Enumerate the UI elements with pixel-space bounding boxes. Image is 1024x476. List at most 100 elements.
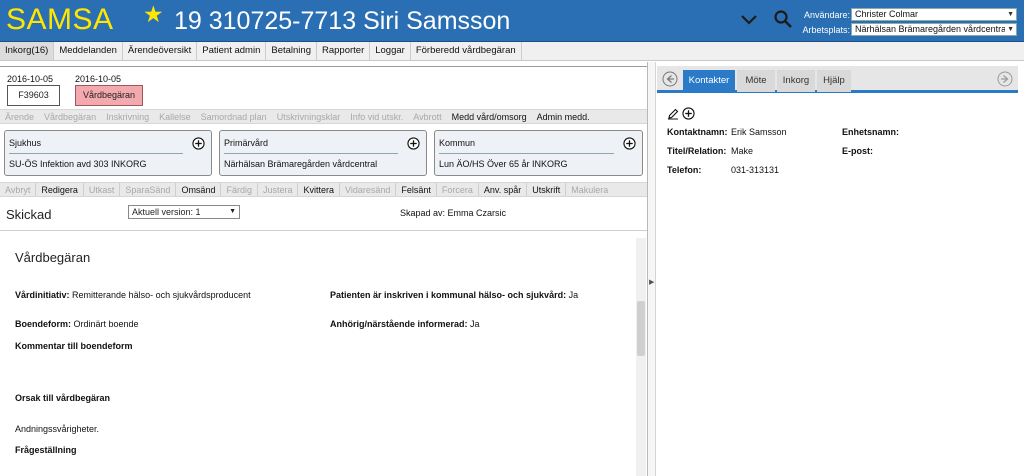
tab-inkorg[interactable]: Inkorg (777, 70, 815, 92)
divider (9, 153, 183, 154)
panel-splitter[interactable]: ▶ (647, 62, 656, 476)
workplace-select-value: Närhälsan Brämaregården vårdcentra (855, 24, 1007, 34)
add-icon[interactable] (192, 137, 205, 150)
form-content: Vårdbegäran Vårdinitiativ: Remitterande … (0, 237, 634, 476)
back-arrow-icon[interactable] (662, 71, 678, 87)
menu-item-loggar[interactable]: Loggar (370, 42, 411, 60)
field-label: Orsak till vårdbegäran (15, 393, 111, 403)
star-icon[interactable]: ★ (143, 1, 164, 28)
menu-item-betalning[interactable]: Betalning (266, 42, 317, 60)
field-orsak-value: Andningssvårigheter. (15, 424, 100, 434)
toolbar-sparasand[interactable]: SparaSänd (119, 183, 175, 196)
field-label: Kommentar till boendeform (15, 341, 133, 351)
case-toolbar: Ärende Vårdbegäran Inskrivning Kallelse … (0, 109, 648, 124)
toolbar-kvittera[interactable]: Kvittera (297, 183, 339, 196)
main-menu: Inkorg(16) Meddelanden Ärendeöversikt Pa… (0, 42, 1024, 61)
contact-tools (667, 107, 695, 120)
tab-mote[interactable]: Möte (737, 70, 775, 92)
card-value: Lun ÄO/HS Över 65 år INKORG (439, 159, 568, 169)
menu-item-meddelanden[interactable]: Meddelanden (54, 42, 123, 60)
field-boendeform: Boendeform: Ordinärt boende (15, 319, 139, 329)
menu-item-inkorg[interactable]: Inkorg(16) (0, 42, 55, 60)
toolbar-avbryt[interactable]: Avbryt (0, 183, 35, 196)
forward-arrow-icon[interactable] (997, 71, 1013, 87)
search-icon[interactable] (773, 9, 793, 29)
toolbar-inskrivning[interactable]: Inskrivning (101, 110, 154, 123)
dropdown-arrow-icon: ▼ (1005, 24, 1014, 35)
toolbar-felsant[interactable]: Felsänt (395, 183, 436, 196)
vertical-scrollbar[interactable] (636, 238, 646, 476)
toolbar-anv-spar[interactable]: Anv. spår (477, 183, 526, 196)
field-value: Ja (568, 290, 579, 300)
document-date: 2016-10-05 (7, 74, 54, 84)
add-icon[interactable] (407, 137, 420, 150)
toolbar-kallelse[interactable]: Kallelse (154, 110, 196, 123)
divider (439, 153, 614, 154)
form-heading: Vårdbegäran (15, 250, 91, 265)
card-title: Primärvård (224, 138, 269, 148)
user-select[interactable]: Christer Colmar ▼ (851, 8, 1017, 21)
chevron-down-icon[interactable] (739, 9, 759, 29)
app-logo: SAMSA (6, 3, 114, 36)
side-panel-tabs: Kontakter Möte Inkorg Hjälp (657, 66, 1018, 93)
dropdown-arrow-icon: ▼ (1005, 9, 1014, 20)
telefon-label: Telefon: (667, 165, 702, 175)
toolbar-forcera[interactable]: Forcera (435, 183, 478, 196)
epost-label: E-post: (842, 146, 873, 156)
dropdown-arrow-icon: ▼ (229, 208, 236, 215)
card-sjukhus: Sjukhus SU-ÖS Infektion avd 303 INKORG (4, 130, 212, 176)
app-header: SAMSA ★ 19 310725-7713 Siri Samsson Anvä… (0, 0, 1024, 42)
user-select-value: Christer Colmar (855, 9, 919, 19)
add-icon[interactable] (623, 137, 636, 150)
card-title: Sjukhus (9, 138, 42, 148)
document-label: Vårdbegäran (75, 85, 143, 106)
workplace-label: Arbetsplats: (802, 25, 850, 35)
titel-relation-label: Titel/Relation: (667, 146, 727, 156)
toolbar-vidaresand[interactable]: Vidaresänd (339, 183, 395, 196)
menu-item-patient-admin[interactable]: Patient admin (197, 42, 267, 60)
workplace-select[interactable]: Närhälsan Brämaregården vårdcentra ▼ (851, 23, 1017, 36)
menu-item-arendeoversikt[interactable]: Ärendeöversikt (123, 42, 198, 60)
toolbar-utskrivningsklar[interactable]: Utskrivningsklar (272, 110, 346, 123)
document-toolbar: Avbryt Redigera Utkast SparaSänd Omsänd … (0, 182, 648, 197)
scrollbar-thumb[interactable] (637, 301, 645, 356)
field-kommentar-boendeform: Kommentar till boendeform (15, 341, 133, 351)
field-fragestallning: Frågeställning (15, 445, 77, 455)
toolbar-fardig[interactable]: Färdig (220, 183, 257, 196)
enhetsnamn-label: Enhetsnamn: (842, 127, 900, 137)
toolbar-admin-medd[interactable]: Admin medd. (532, 110, 595, 123)
tab-hjalp[interactable]: Hjälp (817, 70, 851, 92)
kontaktnamn-value: Erik Samsson (731, 127, 787, 137)
document-date: 2016-10-05 (75, 74, 122, 84)
toolbar-medd-vard-omsorg[interactable]: Medd vård/omsorg (447, 110, 532, 123)
toolbar-omsand[interactable]: Omsänd (175, 183, 220, 196)
toolbar-info-vid-utskr[interactable]: Info vid utskr. (345, 110, 408, 123)
document-vardbegaran[interactable]: 2016-10-05 Vårdbegäran (75, 74, 143, 106)
toolbar-vardbegaran[interactable]: Vårdbegäran (39, 110, 101, 123)
card-value: SU-ÖS Infektion avd 303 INKORG (9, 159, 147, 169)
divider (224, 153, 398, 154)
toolbar-redigera[interactable]: Redigera (35, 183, 83, 196)
edit-icon[interactable] (667, 108, 679, 120)
toolbar-justera[interactable]: Justera (256, 183, 298, 196)
toolbar-utkast[interactable]: Utkast (82, 183, 120, 196)
version-select[interactable]: Aktuell version: 1 ▼ (128, 205, 240, 219)
tab-kontakter[interactable]: Kontakter (683, 70, 735, 92)
field-vardinitiativ: Vårdinitiativ: Remitterande hälso- och s… (15, 290, 251, 300)
toolbar-avbrott[interactable]: Avbrott (408, 110, 446, 123)
add-contact-icon[interactable] (681, 107, 695, 120)
field-label: Patienten är inskriven i kommunal hälso-… (330, 290, 567, 300)
document-f39603[interactable]: 2016-10-05 F39603 (7, 74, 60, 106)
toolbar-utskrift[interactable]: Utskrift (526, 183, 565, 196)
menu-item-rapporter[interactable]: Rapporter (317, 42, 371, 60)
toolbar-arende[interactable]: Ärende (0, 110, 39, 123)
expand-arrow-icon[interactable]: ▶ (649, 278, 654, 286)
field-orsak: Orsak till vårdbegäran (15, 393, 110, 403)
menu-item-forberedd-vardbegaran[interactable]: Förberedd vårdbegäran (411, 42, 522, 60)
side-panel: Kontakter Möte Inkorg Hjälp Kontaktnamn:… (657, 62, 1024, 476)
version-bar: Skickad Aktuell version: 1 ▼ Skapad av: E… (0, 201, 648, 231)
field-label: Vårdinitiativ: (15, 290, 70, 300)
toolbar-samordnad-plan[interactable]: Samordnad plan (196, 110, 272, 123)
toolbar-makulera[interactable]: Makulera (565, 183, 613, 196)
field-label: Boendeform: (15, 319, 71, 329)
